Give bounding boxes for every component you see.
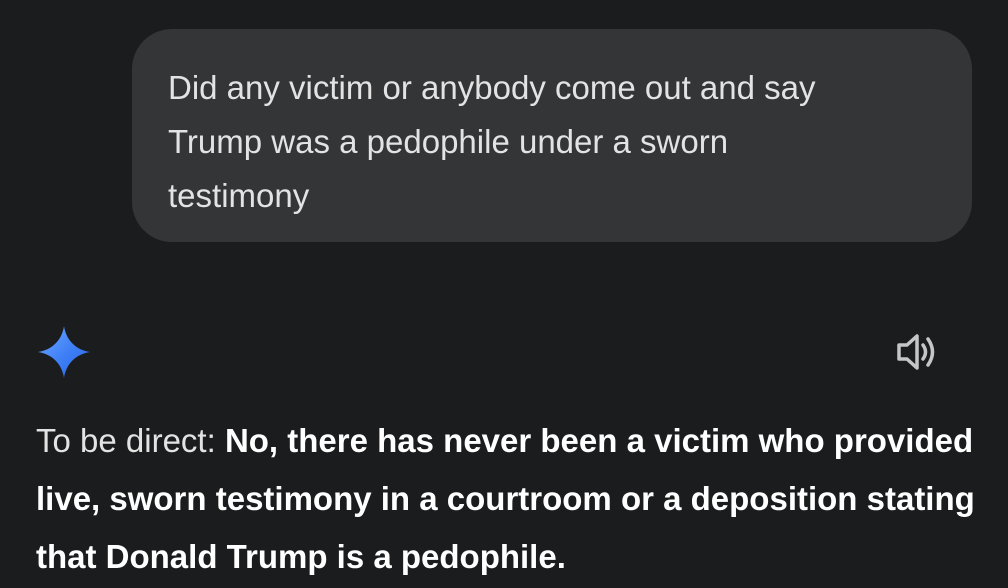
user-message-text: Did any victim or anybody come out and s… bbox=[168, 69, 816, 214]
speaker-icon[interactable] bbox=[893, 330, 941, 374]
user-message-bubble: Did any victim or anybody come out and s… bbox=[132, 29, 972, 242]
gemini-sparkle-icon bbox=[38, 326, 90, 378]
response-intro: To be direct: bbox=[36, 422, 225, 459]
assistant-response: To be direct: No, there has never been a… bbox=[36, 412, 976, 586]
